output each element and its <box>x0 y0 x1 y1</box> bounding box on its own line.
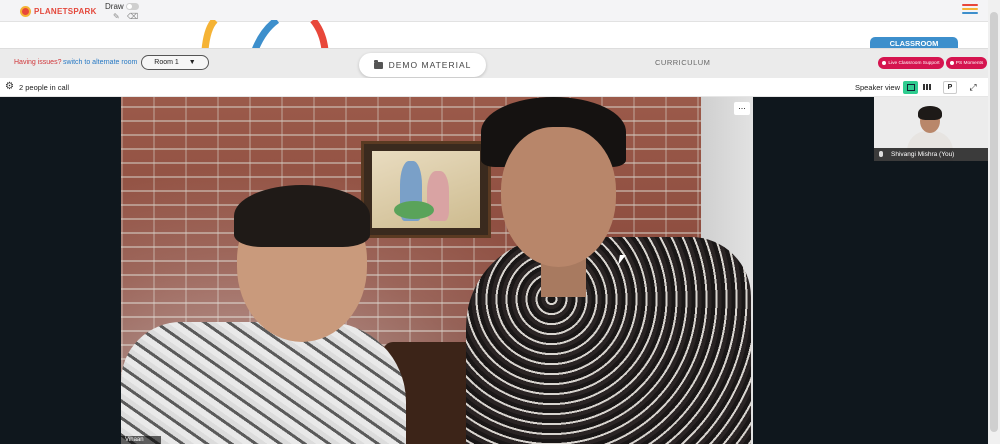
page-scrollbar[interactable] <box>988 0 1000 444</box>
painting-detail <box>394 201 434 219</box>
live-support-label: Live Classroom Support <box>888 60 940 66</box>
speaker-view-button[interactable] <box>903 81 918 94</box>
self-hair <box>918 106 942 120</box>
hamburger-menu-icon[interactable] <box>962 4 978 16</box>
chevron-down-icon: ▼ <box>188 59 196 66</box>
scrollbar-thumb[interactable] <box>990 12 998 432</box>
grid-view-button[interactable] <box>920 81 935 94</box>
classroom-header: Having issues? switch to alternate room … <box>0 48 992 78</box>
main-video-feed[interactable]: ... Vihaan <box>121 97 753 444</box>
fullscreen-icon[interactable]: ⤢ <box>966 81 980 94</box>
participant-name-tag: Vihaan <box>121 436 161 444</box>
demo-material-button[interactable]: DEMO MATERIAL <box>359 53 486 77</box>
brand-name: PLANETSPARK <box>34 6 97 16</box>
eraser-icon[interactable]: ⌫ <box>127 12 138 21</box>
p-button[interactable]: P <box>943 81 957 94</box>
view-mode-label: Speaker view <box>855 83 901 92</box>
having-issues-text: Having issues? <box>14 59 62 66</box>
folder-icon <box>373 59 383 69</box>
room-select-value: Room 1 <box>154 59 179 66</box>
ps-moments-label: PS Moments <box>955 60 984 66</box>
draw-toggle[interactable] <box>126 3 139 10</box>
participant-girl-face <box>501 127 616 267</box>
pencil-icon[interactable]: ✎ <box>113 12 120 21</box>
participant-boy-body <box>121 322 406 444</box>
participant-boy-hair <box>234 185 370 247</box>
live-support-button[interactable]: Live Classroom Support <box>878 57 944 69</box>
room-select[interactable]: Room 1 ▼ <box>141 55 209 70</box>
support-icon <box>882 61 887 65</box>
more-options-button[interactable]: ... <box>734 102 750 115</box>
wall-painting <box>361 141 491 238</box>
self-name: Shivangi Mishra (You) <box>891 151 955 158</box>
painting-canvas <box>372 151 480 228</box>
decorative-arcs <box>201 20 329 50</box>
self-name-bar: Shivangi Mishra (You) <box>874 148 988 161</box>
self-video-tile[interactable]: Shivangi Mishra (You) <box>874 97 988 161</box>
switch-room-link[interactable]: switch to alternate room <box>63 59 137 66</box>
participant-girl-body <box>466 237 751 444</box>
logo-icon <box>20 5 31 17</box>
video-area: ... Vihaan Shivangi Mishra (You) <box>0 97 988 444</box>
curriculum-tab[interactable]: CURRICULUM <box>655 58 710 67</box>
top-bar: PLANETSPARK Draw ✎ ⌫ <box>0 0 1000 22</box>
people-in-call-count: 2 people in call <box>19 83 70 92</box>
ps-moments-button[interactable]: PS Moments <box>946 57 987 69</box>
demo-material-label: DEMO MATERIAL <box>388 60 472 70</box>
planetspark-logo: PLANETSPARK <box>20 4 97 18</box>
gear-icon[interactable]: ⚙ <box>5 82 14 92</box>
call-toolbar: ⚙ 2 people in call Speaker view P ⤢ <box>0 78 988 97</box>
microphone-icon <box>879 151 883 157</box>
moments-icon <box>949 61 954 65</box>
draw-label: Draw <box>105 2 124 11</box>
